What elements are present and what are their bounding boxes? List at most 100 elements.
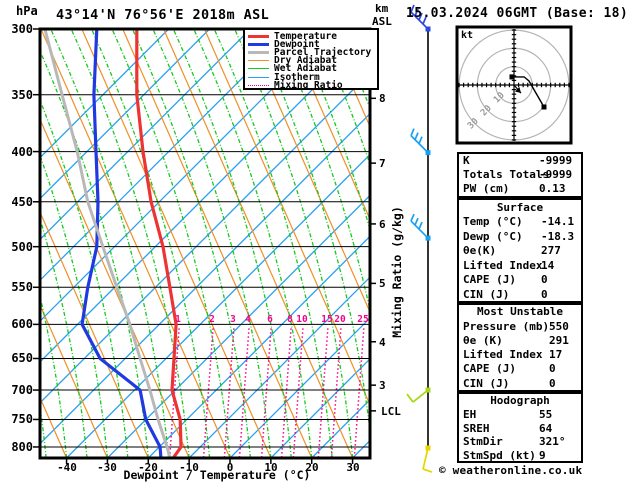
stat-value: 64	[539, 421, 553, 435]
wet-adiabat-lines	[41, 30, 369, 457]
stat-row: CAPE (J) 0	[459, 362, 581, 376]
surface-panel: Surface Temp (°C) -14.1 Dewp (°C) -18.3 θe(K…	[457, 198, 583, 303]
mixing-ratio-line-label: 3	[230, 314, 236, 325]
stat-value: 0	[549, 362, 556, 376]
mixing-ratio-axis-label: Mixing Ratio (g/kg)	[390, 206, 404, 338]
stat-row: Lifted Index 17	[459, 348, 581, 362]
temperature-tick-label: -20	[138, 461, 158, 474]
legend-swatch-temperature	[248, 34, 269, 38]
stat-row: θe (K) 291	[459, 334, 581, 348]
mixing-ratio-line	[223, 328, 235, 457]
barb-shaft	[410, 220, 429, 239]
hodograph-unit-label: kt	[461, 30, 474, 41]
stat-label: θe (K)	[463, 333, 503, 347]
stat-value: -9999	[539, 168, 573, 182]
stat-row: CIN (J) 0	[459, 287, 581, 301]
km-tick-label: 8	[379, 92, 386, 105]
barb-feather	[410, 128, 415, 136]
hodograph-level-marker	[509, 74, 515, 80]
wet-adiabat-line	[316, 30, 369, 162]
mixing-ratio-line-label: 8	[287, 314, 293, 325]
pressure-tick-label: 550	[11, 280, 33, 294]
stat-row: SREH 64	[459, 422, 581, 436]
barb-feather	[406, 393, 414, 403]
pressure-tick-label: 400	[11, 145, 33, 159]
datetime-title: 15.03.2024 06GMT (Base: 18)	[406, 6, 629, 21]
mixing-ratio-line-label: 25	[357, 314, 369, 325]
indices-panel: K -9999 Totals Totals -9999 PW (cm) 0.13	[457, 152, 583, 198]
stat-label: CIN (J)	[463, 287, 510, 301]
barb-shaft	[422, 447, 429, 470]
km-tick-label: 3	[379, 379, 386, 392]
stat-label: CIN (J)	[463, 376, 510, 390]
surface-panel-title: Surface	[496, 201, 544, 214]
stat-value: 17	[549, 348, 563, 362]
hodograph-stats-panel: Hodograph EH 55 SREH 64 StmDir 321° StmSpd (kt…	[457, 392, 583, 463]
stat-label: Lifted Index	[463, 348, 543, 362]
stat-row: CAPE (J) 0	[459, 273, 581, 288]
temperature-tick-label: 30	[346, 461, 360, 474]
stat-row: Lifted Index 14	[459, 259, 581, 274]
stat-row: Dewp (°C) -18.3	[459, 230, 581, 245]
mixing-ratio-line-label: 1	[175, 314, 181, 325]
stat-value: 9	[539, 448, 546, 462]
barb-level-dot	[425, 150, 431, 156]
mixing-ratio-lines	[168, 328, 365, 457]
stat-row: Totals Totals -9999	[459, 168, 581, 182]
hodograph-stats-panel-title: Hodograph	[490, 394, 550, 407]
temperature-tick-label: 10	[264, 461, 278, 474]
mixing-ratio-line-label: 4	[245, 314, 251, 325]
stat-row: θe(K) 277	[459, 244, 581, 259]
barb-level-dot	[425, 445, 431, 451]
chart-legend: Temperature Dewpoint Parcel Trajectory Dry …	[243, 28, 379, 91]
pressure-tick-label: 700	[11, 383, 33, 397]
legend-swatch-parcel-trajectory	[248, 50, 269, 54]
stat-label: EH	[463, 408, 477, 422]
stat-label: K	[463, 154, 470, 167]
mixing-ratio-line	[353, 328, 365, 457]
station-title: 43°14'N 76°56'E 2018m ASL	[56, 7, 270, 23]
stat-label: PW (cm)	[463, 182, 510, 196]
mixing-ratio-line	[238, 328, 250, 457]
wind-barb	[422, 445, 433, 473]
dry-adiabat-line	[245, 30, 369, 311]
stat-value: 55	[539, 408, 553, 422]
stat-row: PW (cm) 0.13	[459, 182, 581, 196]
stat-row: EH 55	[459, 408, 581, 422]
hodograph-level-marker	[541, 104, 547, 110]
barb-level-dot	[425, 387, 431, 393]
stat-label: CAPE (J)	[463, 362, 516, 376]
km-tick-label: 4	[379, 336, 386, 349]
skewt-sounding-page: hPa 43°14'N 76°56'E 2018m ASL km ASL 15.…	[0, 0, 629, 486]
stat-value: 321°	[539, 435, 566, 449]
stat-value: -18.3	[541, 229, 575, 243]
most-unstable-panel: Most Unstable Pressure (mb) 550 θe (K) 291 L…	[457, 303, 583, 392]
altitude-unit-km: km	[375, 2, 389, 15]
stat-value: 14	[541, 258, 555, 272]
mixing-ratio-line-label: 2	[209, 314, 215, 325]
stat-row: StmDir 321°	[459, 435, 581, 449]
barb-level-dot	[425, 26, 431, 32]
mixing-ratio-line-label: 15	[321, 314, 333, 325]
stat-label: Temp (°C)	[463, 215, 523, 228]
barb-feather	[410, 213, 415, 222]
altitude-unit-asl: ASL	[372, 15, 392, 28]
barb-level-dot	[425, 235, 431, 241]
stat-value: 550	[549, 319, 569, 333]
pressure-tick-label: 800	[11, 440, 33, 454]
km-tick-label: 7	[379, 157, 386, 170]
stat-row: CIN (J) 0	[459, 376, 581, 390]
legend-swatch-dewpoint	[248, 42, 269, 46]
pressure-tick-label: 500	[11, 240, 33, 254]
temperature-tick-label: -40	[57, 461, 77, 474]
stat-value: -14.1	[541, 215, 575, 228]
pressure-tick-label: 450	[11, 195, 33, 209]
copyright: © weatheronline.co.uk	[439, 464, 583, 477]
temperature-tick-label: 0	[226, 461, 234, 474]
legend-label: Mixing Ratio	[274, 79, 343, 91]
pressure-tick-label: 600	[11, 317, 33, 331]
pressure-tick-label: 650	[11, 351, 33, 365]
stat-row: K -9999	[459, 154, 581, 168]
stat-value: 0	[541, 287, 548, 301]
pressure-axis-unit: hPa	[16, 4, 38, 18]
